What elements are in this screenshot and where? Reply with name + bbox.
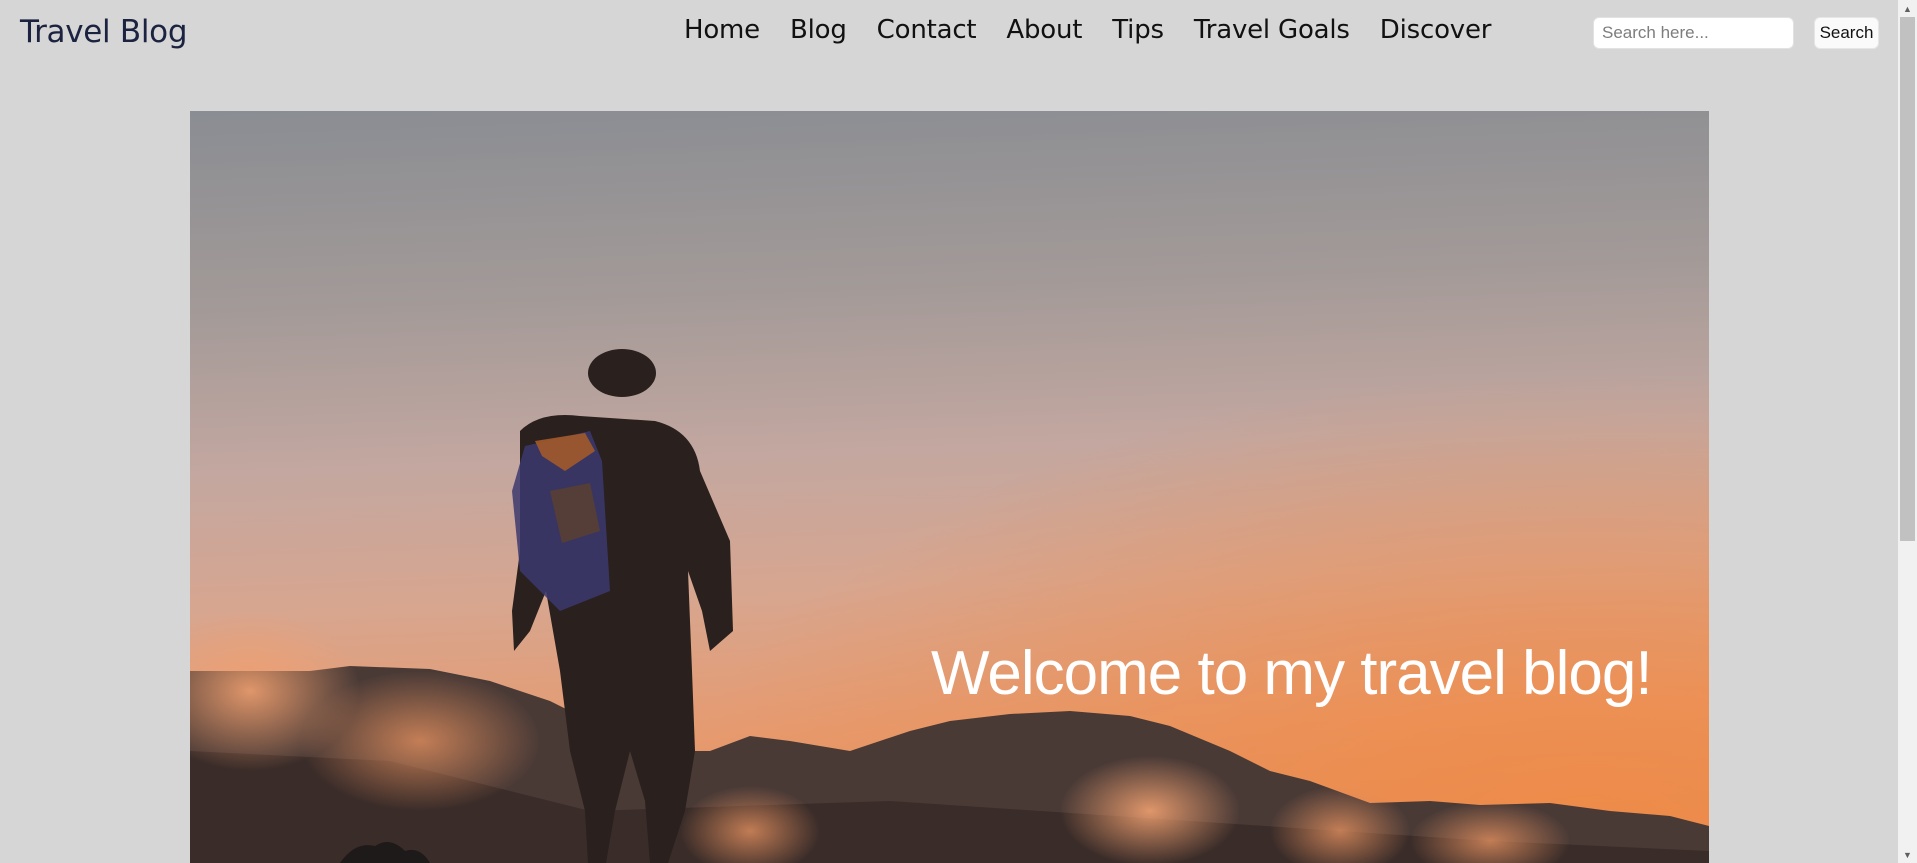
- browser-viewport: Travel Blog Home Blog Contact About Tips…: [0, 0, 1917, 863]
- scroll-down-icon[interactable]: ▼: [1898, 846, 1917, 863]
- hero-image: [190, 111, 1709, 863]
- main-nav: Home Blog Contact About Tips Travel Goal…: [684, 15, 1491, 45]
- nav-item-about[interactable]: About: [1006, 15, 1082, 45]
- nav-item-home[interactable]: Home: [684, 15, 760, 45]
- scroll-thumb[interactable]: [1900, 17, 1915, 541]
- nav-item-contact[interactable]: Contact: [877, 15, 977, 45]
- nav-item-blog[interactable]: Blog: [790, 15, 847, 45]
- search-input[interactable]: [1593, 17, 1794, 49]
- search-button[interactable]: Search: [1814, 17, 1879, 49]
- nav-item-travel-goals[interactable]: Travel Goals: [1194, 15, 1350, 45]
- scroll-up-icon[interactable]: ▲: [1898, 0, 1917, 17]
- brand-logo[interactable]: Travel Blog: [20, 14, 188, 50]
- hero-title: Welcome to my travel blog!: [931, 639, 1653, 708]
- site-header: Travel Blog Home Blog Contact About Tips…: [0, 0, 1898, 68]
- hero-banner: Welcome to my travel blog!: [190, 111, 1709, 863]
- nav-item-tips[interactable]: Tips: [1112, 15, 1164, 45]
- vertical-scrollbar[interactable]: ▲ ▼: [1898, 0, 1917, 863]
- nav-item-discover[interactable]: Discover: [1380, 15, 1492, 45]
